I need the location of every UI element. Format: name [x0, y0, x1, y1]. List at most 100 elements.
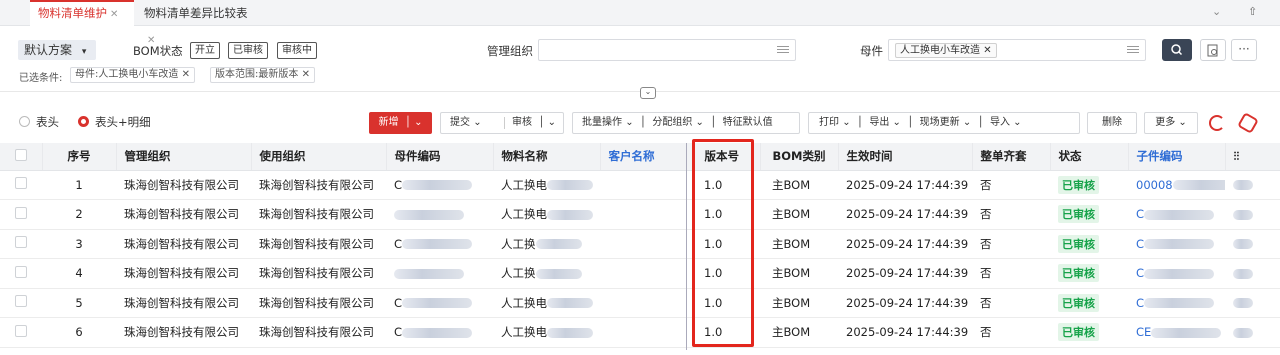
scheme-label: 默认方案 — [24, 43, 73, 57]
child-code-text: C — [1136, 266, 1145, 281]
row-checkbox[interactable] — [0, 170, 42, 200]
chevron-down-icon[interactable]: ⌄ — [963, 117, 971, 128]
col-header-version[interactable]: 版本号 — [686, 143, 761, 171]
row-checkbox[interactable] — [0, 199, 42, 230]
refresh-icon[interactable] — [1209, 115, 1225, 131]
status-badge: 已审核 — [1058, 175, 1099, 194]
chevron-down-icon[interactable]: ⌄ — [842, 117, 850, 128]
org-input[interactable] — [538, 39, 796, 61]
table-row[interactable]: 4 珠海创智科技有限公司 珠海创智科技有限公司 人工换 1.0 主BOM 2025-09-2… — [0, 258, 1280, 289]
cell-mgmt-org: 珠海创智科技有限公司 — [116, 317, 251, 348]
list-icon[interactable] — [1127, 44, 1139, 56]
parent-tag[interactable]: 人工换电小车改造 ✕ — [895, 43, 997, 58]
batch-button[interactable]: 批量操作 — [582, 117, 622, 128]
radio-header-detail[interactable]: 表头+明细 — [78, 114, 151, 130]
feature-default-button[interactable]: 特征默认值 — [723, 117, 773, 128]
status-pill-reviewing[interactable]: 审核中 — [277, 42, 317, 59]
radio-icon — [19, 116, 30, 127]
select-all-checkbox[interactable] — [0, 143, 43, 171]
collapse-toggle[interactable]: ⌄ — [640, 87, 656, 99]
cell-child-code[interactable]: C — [1128, 258, 1225, 289]
radio-header-only[interactable]: 表头 — [19, 114, 59, 130]
scheme-select[interactable]: 默认方案 ▾ — [18, 40, 96, 60]
col-header-overflow: ⫶⫶ — [1225, 143, 1280, 171]
col-header-complete[interactable]: 整单齐套 — [972, 143, 1051, 171]
chevron-down-icon[interactable]: ⌄ — [893, 117, 901, 128]
table-row[interactable]: 5 珠海创智科技有限公司 珠海创智科技有限公司 C 人工换电 1.0 主BOM 2025-09… — [0, 288, 1280, 318]
cell-status: 已审核 — [1050, 317, 1128, 348]
cell-parent-code[interactable] — [386, 258, 493, 289]
col-header-parent-code[interactable]: 母件编码 — [386, 143, 494, 171]
close-icon[interactable]: ✕ — [110, 9, 118, 20]
table-row[interactable]: 6 珠海创智科技有限公司 珠海创智科技有限公司 C 人工换电 1.0 主BOM 2025-09… — [0, 317, 1280, 348]
cell-child-code[interactable]: C — [1128, 229, 1225, 259]
status-pill-approved[interactable]: 已审核 — [228, 42, 268, 59]
status-pill-open[interactable]: 开立 — [190, 42, 220, 59]
audit-button[interactable]: 审核 │ ⌄ — [506, 113, 564, 135]
chevron-down-icon[interactable]: ⌄ — [625, 117, 633, 128]
parent-input[interactable]: 人工换电小车改造 ✕ — [888, 39, 1146, 61]
tab-bom-diff[interactable]: 物料清单差异比较表✕ — [136, 0, 260, 46]
submit-button[interactable]: 提交 — [450, 117, 470, 128]
row-checkbox[interactable] — [0, 288, 42, 318]
cell-child-code[interactable]: 00008 — [1128, 170, 1225, 200]
site-update-button[interactable]: 现场更新 — [920, 117, 960, 128]
col-header-no[interactable]: 序号 — [42, 143, 117, 171]
more-options-button[interactable]: ··· — [1231, 39, 1257, 61]
condition-tag-parent[interactable]: 母件:人工换电小车改造 ✕ — [70, 67, 195, 83]
cell-parent-code[interactable]: C — [386, 170, 493, 200]
upload-icon[interactable]: ⇧ — [1248, 5, 1257, 18]
redacted-text — [394, 209, 464, 220]
row-checkbox[interactable] — [0, 317, 42, 348]
col-header-status[interactable]: 状态 — [1050, 143, 1129, 171]
col-header-mgmt-org[interactable]: 管理组织 — [116, 143, 252, 171]
assign-org-button[interactable]: 分配组织 — [652, 117, 692, 128]
chevron-down-icon[interactable]: ⌄ — [1013, 117, 1021, 128]
filter-settings-button[interactable] — [1200, 39, 1226, 61]
col-header-customer[interactable]: 客户名称 — [600, 143, 687, 171]
import-button[interactable]: 导入 — [990, 117, 1010, 128]
cell-parent-code[interactable]: C — [386, 317, 493, 348]
cell-parent-code[interactable]: C — [386, 288, 493, 318]
table-row[interactable]: 2 珠海创智科技有限公司 珠海创智科技有限公司 人工换电 1.0 主BOM 2025-09-… — [0, 199, 1280, 230]
col-header-effective[interactable]: 生效时间 — [838, 143, 973, 171]
col-header-bom-type[interactable]: BOM类别 — [760, 143, 839, 171]
chevron-down-icon[interactable]: ⌄ — [1212, 5, 1221, 18]
condition-tag-version[interactable]: 版本范围:最新版本 ✕ — [210, 67, 315, 83]
row-checkbox[interactable] — [0, 258, 42, 289]
delete-button[interactable]: 删除 — [1087, 112, 1137, 134]
col-header-material-name[interactable]: 物料名称 — [493, 143, 601, 171]
list-icon[interactable] — [777, 44, 789, 56]
search-button[interactable] — [1162, 39, 1192, 61]
cell-mgmt-org: 珠海创智科技有限公司 — [116, 258, 251, 289]
chevron-down-icon[interactable]: ⌄ — [696, 117, 704, 128]
table-row[interactable]: 3 珠海创智科技有限公司 珠海创智科技有限公司 C 人工换 1.0 主BOM 2025-09-… — [0, 229, 1280, 259]
close-icon[interactable]: ✕ — [182, 69, 190, 80]
cell-child-code[interactable]: C — [1128, 199, 1225, 230]
cell-child-code[interactable]: CE — [1128, 317, 1225, 348]
cell-customer — [600, 258, 686, 289]
more-button[interactable]: 更多 ⌄ — [1144, 112, 1198, 134]
cell-parent-code[interactable]: C — [386, 229, 493, 259]
settings-icon[interactable] — [1237, 112, 1259, 134]
row-checkbox[interactable] — [0, 229, 42, 259]
tab-material-bom[interactable]: 物料清单维护 ✕ — [30, 0, 134, 26]
chevron-down-icon[interactable]: ⌄ — [473, 117, 481, 128]
print-button[interactable]: 打印 — [819, 117, 839, 128]
cell-effective: 2025-09-24 17:44:39 — [838, 170, 972, 200]
close-icon[interactable]: ✕ — [302, 69, 310, 80]
cell-status: 已审核 — [1050, 258, 1128, 289]
radio-label: 表头 — [36, 115, 59, 129]
table-row[interactable]: 1 珠海创智科技有限公司 珠海创智科技有限公司 C 人工换电 1.0 主BOM 2025-09… — [0, 170, 1280, 200]
col-header-child-code[interactable]: 子件编码 — [1128, 143, 1226, 171]
column-settings-icon[interactable]: ⫶⫶ — [1234, 149, 1240, 163]
toolbar: 表头 表头+明细 新增 │ ⌄ 提交 ⌄ 审核 │ ⌄ 批量操作 ⌄ │ 分配组… — [0, 108, 1280, 138]
add-button[interactable]: 新增 │ ⌄ — [369, 112, 432, 134]
material-name-text: 人工换电 — [501, 207, 547, 222]
col-header-use-org[interactable]: 使用组织 — [251, 143, 387, 171]
export-button[interactable]: 导出 — [869, 117, 889, 128]
close-icon[interactable]: ✕ — [983, 45, 991, 56]
material-name-text: 人工换电 — [501, 295, 547, 310]
cell-parent-code[interactable] — [386, 199, 493, 230]
cell-child-code[interactable]: C — [1128, 288, 1225, 318]
